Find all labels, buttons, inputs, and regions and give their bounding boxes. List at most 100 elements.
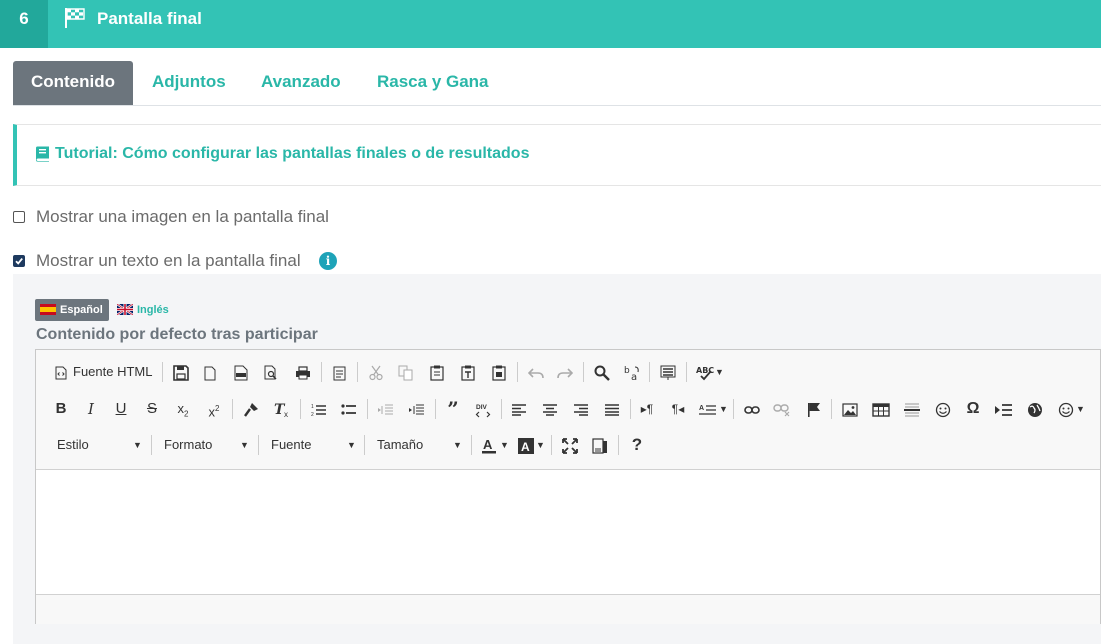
font-combo[interactable]: Fuente xyxy=(271,434,311,456)
horizontal-line-icon[interactable] xyxy=(901,398,923,420)
editor-label: Contenido por defecto tras participar xyxy=(36,326,318,343)
format-dropdown-arrow-icon[interactable]: ▼ xyxy=(240,434,249,456)
show-text-label[interactable]: Mostrar un texto en la pantalla final xyxy=(36,250,301,272)
svg-text:x: x xyxy=(284,410,288,418)
templates-icon[interactable] xyxy=(328,361,350,383)
numbered-list-icon[interactable]: 12 xyxy=(308,398,330,420)
maximize-icon[interactable] xyxy=(559,434,581,456)
table-icon[interactable] xyxy=(870,398,892,420)
language-english-label: Inglés xyxy=(137,304,169,316)
copy-icon[interactable] xyxy=(394,361,416,383)
language-dropdown-arrow-icon[interactable]: ▼ xyxy=(719,398,728,420)
text-direction-ltr-icon[interactable]: ▸¶ xyxy=(636,398,658,420)
toolbar-separator xyxy=(435,399,436,419)
align-right-icon[interactable] xyxy=(570,398,592,420)
replace-icon[interactable]: ba xyxy=(621,361,643,383)
toolbar-separator xyxy=(630,399,631,419)
text-direction-rtl-icon[interactable]: ¶◂ xyxy=(667,398,689,420)
section-header: 6 Pantalla final xyxy=(0,0,1101,48)
toolbar-separator xyxy=(501,399,502,419)
print-icon[interactable] xyxy=(292,361,314,383)
justify-icon[interactable] xyxy=(601,398,623,420)
toolbar-separator xyxy=(367,399,368,419)
spellcheck-dropdown-arrow-icon[interactable]: ▼ xyxy=(715,361,724,383)
preview-icon[interactable] xyxy=(260,361,282,383)
style-combo[interactable]: Estilo xyxy=(57,434,89,456)
select-all-icon[interactable] xyxy=(657,361,679,383)
text-color-dropdown-arrow-icon[interactable]: ▼ xyxy=(500,434,509,456)
svg-text:ABC: ABC xyxy=(696,366,714,375)
background-color-dropdown-arrow-icon[interactable]: ▼ xyxy=(536,434,545,456)
show-text-checkbox[interactable] xyxy=(13,255,25,267)
export-pdf-icon[interactable] xyxy=(230,361,252,383)
language-english-button[interactable]: Inglés xyxy=(117,299,169,321)
image-icon[interactable] xyxy=(839,398,861,420)
svg-text:a: a xyxy=(631,372,637,382)
superscript-icon[interactable]: x2 xyxy=(203,398,225,420)
undo-icon[interactable] xyxy=(525,361,547,383)
iframe-globe-icon[interactable] xyxy=(1024,398,1046,420)
paste-word-icon[interactable] xyxy=(488,361,510,383)
tab-contenido[interactable]: Contenido xyxy=(13,61,133,105)
cut-icon[interactable] xyxy=(365,361,387,383)
blockquote-icon[interactable]: ” xyxy=(442,398,464,420)
page-break-icon[interactable] xyxy=(993,398,1015,420)
find-icon[interactable] xyxy=(591,361,613,383)
align-left-icon[interactable] xyxy=(508,398,530,420)
spellcheck-icon[interactable]: ABC xyxy=(694,361,716,383)
language-spanish-label: Español xyxy=(60,304,103,316)
help-icon[interactable]: ? xyxy=(626,434,648,456)
copy-format-icon[interactable] xyxy=(240,398,262,420)
language-spanish-button[interactable]: Español xyxy=(35,299,109,321)
book-icon xyxy=(35,146,50,167)
create-div-icon[interactable]: DIV xyxy=(472,398,494,420)
smiley-icon[interactable] xyxy=(932,398,954,420)
special-char-omega-icon[interactable]: Ω xyxy=(962,398,984,420)
toolbar-separator xyxy=(831,399,832,419)
tutorial-callout: Tutorial: Cómo configurar las pantallas … xyxy=(13,124,1101,186)
bullet-list-icon[interactable] xyxy=(338,398,360,420)
size-dropdown-arrow-icon[interactable]: ▼ xyxy=(453,434,462,456)
paste-text-icon[interactable] xyxy=(457,361,479,383)
unlink-icon[interactable] xyxy=(771,398,793,420)
emoji-dropdown-arrow-icon[interactable]: ▼ xyxy=(1076,398,1085,420)
strikethrough-icon[interactable]: S xyxy=(141,398,163,420)
svg-text:A: A xyxy=(699,405,704,412)
redo-icon[interactable] xyxy=(554,361,576,383)
background-color-icon[interactable]: A xyxy=(515,434,537,456)
emoji-icon[interactable] xyxy=(1055,398,1077,420)
rich-text-editor: Fuente HTML b a ABC ▼ B I U S x2 x2 T x … xyxy=(35,349,1101,624)
style-dropdown-arrow-icon[interactable]: ▼ xyxy=(133,434,142,456)
italic-icon[interactable]: I xyxy=(80,398,102,420)
anchor-flag-icon[interactable] xyxy=(803,398,825,420)
tab-avanzado[interactable]: Avanzado xyxy=(261,61,341,105)
show-blocks-icon[interactable] xyxy=(589,434,611,456)
link-icon[interactable] xyxy=(741,398,763,420)
source-html-button[interactable]: Fuente HTML xyxy=(73,361,152,383)
size-combo[interactable]: Tamaño xyxy=(377,434,423,456)
subscript-icon[interactable]: x2 xyxy=(172,398,194,420)
show-image-checkbox[interactable] xyxy=(13,211,25,223)
tutorial-link[interactable]: Tutorial: Cómo configurar las pantallas … xyxy=(55,125,529,183)
toolbar-separator xyxy=(583,362,584,382)
toolbar-separator xyxy=(686,362,687,382)
editor-content-area[interactable] xyxy=(36,470,1100,594)
format-combo[interactable]: Formato xyxy=(164,434,212,456)
align-center-icon[interactable] xyxy=(539,398,561,420)
save-icon[interactable] xyxy=(170,361,192,383)
font-dropdown-arrow-icon[interactable]: ▼ xyxy=(347,434,356,456)
paste-icon[interactable] xyxy=(426,361,448,383)
new-page-icon[interactable] xyxy=(199,361,221,383)
info-icon[interactable]: i xyxy=(319,252,337,270)
remove-format-icon[interactable]: Tx xyxy=(271,398,293,420)
underline-icon[interactable]: U xyxy=(110,398,132,420)
bold-icon[interactable]: B xyxy=(50,398,72,420)
tab-adjuntos[interactable]: Adjuntos xyxy=(152,61,226,105)
decrease-indent-icon[interactable] xyxy=(375,398,397,420)
tab-rasca-y-gana[interactable]: Rasca y Gana xyxy=(377,61,489,105)
show-image-label[interactable]: Mostrar una imagen en la pantalla final xyxy=(36,206,329,228)
text-color-icon[interactable]: A xyxy=(478,434,500,456)
increase-indent-icon[interactable] xyxy=(406,398,428,420)
language-icon[interactable]: A xyxy=(697,398,719,420)
toolbar-separator xyxy=(517,362,518,382)
